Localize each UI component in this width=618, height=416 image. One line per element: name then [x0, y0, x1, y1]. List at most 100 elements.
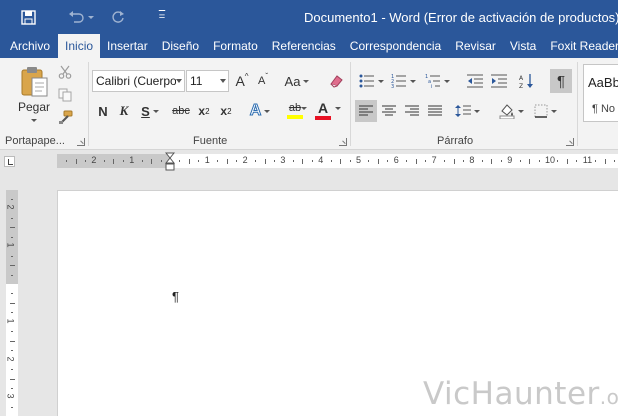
bullets-button[interactable]	[356, 70, 386, 92]
highlight-dropdown-icon[interactable]	[300, 104, 308, 112]
paste-icon[interactable]	[18, 64, 52, 98]
ruler-tick	[11, 236, 13, 238]
vertical-ruler[interactable]: 2 1 1 2 3	[6, 190, 18, 416]
paste-dropdown-icon[interactable]	[29, 116, 39, 124]
ruler-tick	[264, 159, 266, 164]
shrink-font-caret: ˇ	[265, 71, 268, 81]
redo-icon[interactable]	[105, 4, 131, 30]
multilevel-list-button[interactable]: 1ai	[422, 70, 452, 92]
paste-button-label[interactable]: Pegar	[14, 100, 54, 114]
tab-correspondencia[interactable]: Correspondencia	[343, 34, 448, 58]
tab-insertar[interactable]: Insertar	[100, 34, 155, 58]
subscript-button[interactable]: x2	[194, 100, 214, 122]
change-case-dropdown-icon	[303, 79, 310, 83]
decrease-indent-icon[interactable]	[464, 70, 486, 92]
align-center-icon[interactable]	[378, 100, 400, 122]
tab-foxit-reader[interactable]: Foxit Reader	[543, 34, 618, 58]
ruler-tick	[179, 160, 181, 162]
save-icon[interactable]	[15, 4, 41, 30]
ruler-tick	[217, 160, 219, 162]
ruler-tick	[141, 160, 143, 162]
ruler-tick	[11, 406, 13, 408]
horizontal-ruler[interactable]: 2 1 1 2 3 4 5 6 7 8 9 10 11	[57, 154, 618, 168]
tab-vista[interactable]: Vista	[503, 34, 543, 58]
ruler-tick	[188, 159, 190, 164]
font-color-button[interactable]: A	[312, 98, 334, 122]
line-spacing-button[interactable]	[452, 100, 482, 122]
ruler-number: 8	[469, 155, 475, 165]
paragraph-group-label: Párrafo	[437, 135, 474, 147]
style-normal[interactable]: AaBb ¶ No	[583, 64, 618, 122]
tab-formato[interactable]: Formato	[206, 34, 265, 58]
format-painter-icon[interactable]	[56, 108, 74, 126]
numbering-dropdown-icon	[409, 79, 416, 83]
line-spacing-dropdown-icon	[473, 109, 480, 113]
svg-text:i: i	[431, 84, 432, 88]
ruler-tick	[226, 159, 228, 164]
tab-referencias[interactable]: Referencias	[265, 34, 343, 58]
ruler-tick	[330, 160, 332, 162]
borders-button[interactable]	[530, 100, 560, 122]
superscript-button[interactable]: x2	[216, 100, 236, 122]
font-color-bar	[315, 116, 331, 120]
italic-label: K	[119, 103, 129, 118]
font-color-dropdown-icon[interactable]	[334, 104, 342, 112]
copy-icon[interactable]	[56, 86, 74, 104]
align-left-icon[interactable]	[355, 100, 377, 122]
underline-button[interactable]: S	[136, 100, 164, 122]
indent-marker-icon[interactable]	[164, 152, 176, 172]
ruler-tick	[273, 160, 275, 162]
tab-selector-icon[interactable]	[4, 156, 15, 167]
ribbon: Pegar Portapape... Calibri (Cuerpo 11 A ^…	[0, 58, 618, 150]
underline-label: S	[141, 103, 150, 119]
font-launcher-icon[interactable]	[339, 138, 347, 146]
numbering-button[interactable]: 123	[388, 70, 418, 92]
subscript-mark: 2	[205, 106, 210, 116]
align-right-icon[interactable]	[401, 100, 423, 122]
multilevel-list-dropdown-icon	[443, 79, 450, 83]
increase-indent-icon[interactable]	[488, 70, 510, 92]
bold-button[interactable]: N	[93, 100, 113, 122]
strikethrough-button[interactable]: abc	[170, 100, 192, 122]
change-case-label: Aa	[284, 73, 301, 89]
ruler-tick	[425, 160, 427, 162]
customize-qat-icon[interactable]: =	[149, 4, 175, 30]
clear-formatting-icon[interactable]	[326, 70, 346, 92]
superscript-mark: 2	[227, 106, 232, 116]
tab-diseno[interactable]: Diseño	[155, 34, 206, 58]
font-name-combo[interactable]: Calibri (Cuerpo	[92, 70, 185, 92]
sort-icon[interactable]: AZ	[516, 70, 538, 92]
tab-revisar[interactable]: Revisar	[448, 34, 503, 58]
font-size-dropdown-icon[interactable]	[220, 79, 226, 83]
change-case-button[interactable]: Aa	[282, 70, 312, 92]
ruler-tick	[595, 160, 597, 162]
ruler-tick	[10, 302, 15, 304]
subscript-label: x	[198, 104, 206, 118]
ruler-tick	[377, 159, 379, 164]
window-title: Documento1 - Word (Error de activación d…	[304, 10, 618, 25]
paragraph-launcher-icon[interactable]	[566, 138, 574, 146]
highlight-color-bar	[287, 114, 303, 119]
ruler-number: 11	[582, 155, 593, 165]
cut-icon[interactable]	[56, 63, 74, 81]
italic-button[interactable]: K	[114, 100, 134, 122]
undo-dropdown-icon[interactable]	[83, 4, 95, 30]
ruler-tick	[406, 160, 408, 162]
shrink-font-button[interactable]: Aˇ	[254, 70, 272, 92]
ruler-tick	[11, 312, 13, 314]
tab-inicio[interactable]: Inicio	[58, 34, 101, 59]
ruler-tick	[10, 340, 15, 342]
tab-archivo[interactable]: Archivo	[0, 34, 59, 58]
show-formatting-marks-button[interactable]: ¶	[550, 69, 572, 93]
shading-button[interactable]	[496, 100, 526, 122]
text-effects-button[interactable]: A	[246, 100, 274, 122]
font-size-combo[interactable]: 11	[186, 70, 229, 92]
clipboard-launcher-icon[interactable]	[77, 138, 85, 146]
ruler-tick	[122, 160, 124, 162]
ruler-tick	[557, 160, 559, 162]
font-name-dropdown-icon[interactable]	[176, 79, 182, 83]
ruler-number: 3	[280, 155, 286, 165]
justify-icon[interactable]	[424, 100, 446, 122]
grow-font-button[interactable]: A ^	[233, 70, 251, 92]
font-name-value: Calibri (Cuerpo	[96, 74, 177, 88]
